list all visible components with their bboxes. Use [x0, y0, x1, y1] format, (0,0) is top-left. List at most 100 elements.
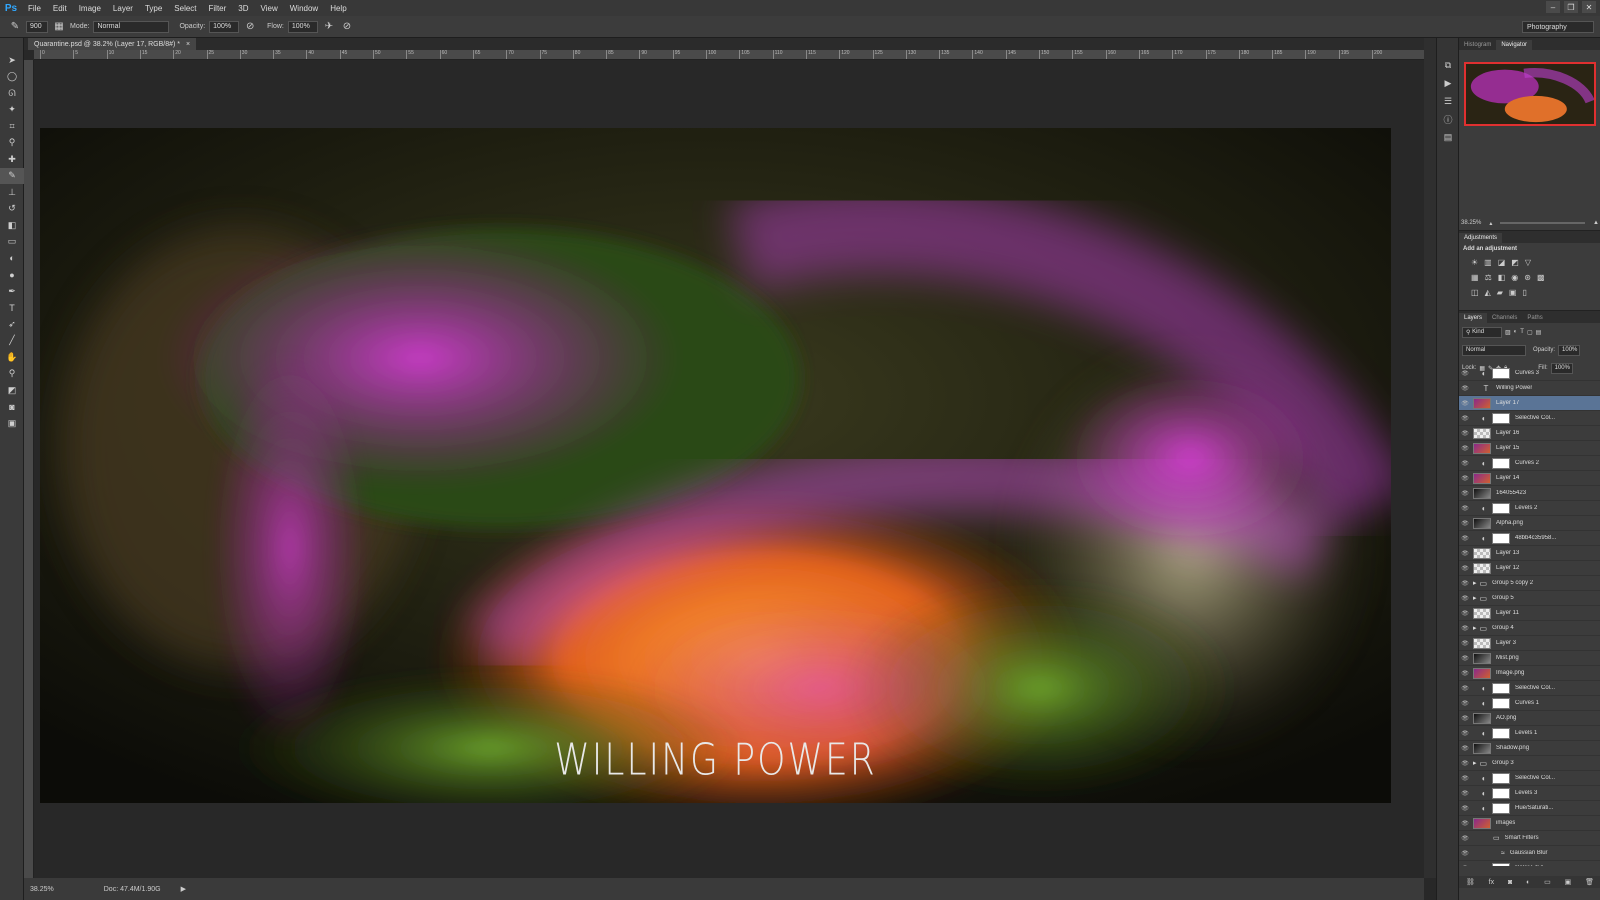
- visibility-eye-icon[interactable]: 👁︎: [1459, 775, 1471, 782]
- layer-mask-thumbnail[interactable]: [1492, 502, 1510, 514]
- layer-row[interactable]: 👁︎ Image.png: [1459, 666, 1600, 681]
- visibility-eye-icon[interactable]: 👁︎: [1459, 505, 1471, 512]
- visibility-eye-icon[interactable]: 👁︎: [1459, 520, 1471, 527]
- menu-help[interactable]: Help: [324, 4, 352, 13]
- layer-row[interactable]: 👁︎ Layer 17: [1459, 396, 1600, 411]
- layer-row[interactable]: 👁︎ AO.png: [1459, 711, 1600, 726]
- visibility-eye-icon[interactable]: 👁︎: [1459, 565, 1471, 572]
- menu-select[interactable]: Select: [168, 4, 202, 13]
- eyedropper-tool-icon[interactable]: ⚲: [0, 135, 24, 152]
- visibility-eye-icon[interactable]: 👁︎: [1459, 730, 1471, 737]
- info-icon[interactable]: ⓘ: [1437, 110, 1459, 128]
- visibility-eye-icon[interactable]: 👁︎: [1459, 475, 1471, 482]
- layer-row[interactable]: 👁︎ ≈ Gaussian Blur: [1459, 846, 1600, 861]
- navigator-zoom-slider[interactable]: [1500, 222, 1586, 224]
- tab-histogram[interactable]: Histogram: [1459, 40, 1496, 50]
- quick-mask-icon[interactable]: ◙: [0, 399, 24, 416]
- layer-mask-thumbnail[interactable]: [1492, 697, 1510, 709]
- marquee-tool-icon[interactable]: ◯: [0, 69, 24, 86]
- layer-row[interactable]: 👁︎ ◐ Hue/Saturati...: [1459, 801, 1600, 816]
- layer-style-icon[interactable]: fx: [1489, 879, 1494, 886]
- move-tool-icon[interactable]: ➤: [0, 52, 24, 69]
- layer-thumbnail[interactable]: [1473, 712, 1491, 724]
- visibility-eye-icon[interactable]: 👁︎: [1459, 550, 1471, 557]
- layer-row[interactable]: 👁︎ ◐ Curves 2: [1459, 456, 1600, 471]
- layer-mask-thumbnail[interactable]: [1492, 457, 1510, 469]
- layer-row[interactable]: 👁︎ ▸ ▭ Group 5 copy 2: [1459, 576, 1600, 591]
- menu-3d[interactable]: 3D: [232, 4, 254, 13]
- pen-tool-icon[interactable]: ✒: [0, 283, 24, 300]
- curves-icon[interactable]: ◪: [1498, 258, 1506, 267]
- type-tool-icon[interactable]: T: [0, 300, 24, 317]
- gradient-tool-icon[interactable]: ▭: [0, 234, 24, 251]
- menu-window[interactable]: Window: [284, 4, 324, 13]
- layer-thumbnail[interactable]: [1473, 397, 1491, 409]
- layer-row[interactable]: 👁︎ Layer 14: [1459, 471, 1600, 486]
- new-layer-icon[interactable]: ▣: [1565, 878, 1572, 886]
- visibility-eye-icon[interactable]: 👁︎: [1459, 760, 1471, 767]
- filter-adjust-icon[interactable]: ◐: [1514, 329, 1518, 335]
- layer-mask-thumbnail[interactable]: [1492, 367, 1510, 379]
- zoom-in-icon[interactable]: ▲: [1593, 220, 1599, 226]
- layer-row[interactable]: 👁︎ ◐ Curves 3: [1459, 366, 1600, 381]
- visibility-eye-icon[interactable]: 👁︎: [1459, 445, 1471, 452]
- menu-layer[interactable]: Layer: [107, 4, 139, 13]
- brightness-icon[interactable]: ☀: [1471, 258, 1478, 267]
- expand-group-icon[interactable]: ▸: [1473, 759, 1477, 767]
- canvas-area[interactable]: WILLING POWER: [34, 60, 1424, 878]
- visibility-eye-icon[interactable]: 👁︎: [1459, 610, 1471, 617]
- brush-tool-icon[interactable]: ✎: [8, 20, 22, 34]
- layer-thumbnail[interactable]: [1473, 472, 1491, 484]
- brush-panel-icon[interactable]: ▦: [52, 20, 66, 34]
- layer-mask-thumbnail[interactable]: [1492, 727, 1510, 739]
- layer-row[interactable]: 👁︎ Shadow.png: [1459, 741, 1600, 756]
- menu-image[interactable]: Image: [73, 4, 107, 13]
- visibility-eye-icon[interactable]: 👁︎: [1459, 850, 1471, 857]
- visibility-eye-icon[interactable]: 👁︎: [1459, 790, 1471, 797]
- visibility-eye-icon[interactable]: 👁︎: [1459, 400, 1471, 407]
- zoom-out-icon[interactable]: ▴: [1489, 220, 1492, 227]
- dodge-tool-icon[interactable]: ●: [0, 267, 24, 284]
- mode-select[interactable]: Normal: [93, 20, 170, 33]
- artwork-image[interactable]: WILLING POWER: [40, 128, 1391, 803]
- layer-thumbnail[interactable]: [1473, 817, 1491, 829]
- visibility-eye-icon[interactable]: 👁︎: [1459, 490, 1471, 497]
- layer-mask-thumbnail[interactable]: [1492, 802, 1510, 814]
- link-layers-icon[interactable]: ⛓: [1466, 878, 1475, 886]
- layer-mask-thumbnail[interactable]: [1492, 772, 1510, 784]
- minimize-icon[interactable]: –: [1546, 1, 1560, 13]
- visibility-eye-icon[interactable]: 👁︎: [1459, 820, 1471, 827]
- layer-thumbnail[interactable]: [1473, 742, 1491, 754]
- threshold-icon[interactable]: ▰: [1497, 288, 1503, 297]
- healing-tool-icon[interactable]: ✚: [0, 151, 24, 168]
- zoom-tool-icon[interactable]: ⚲: [0, 366, 24, 383]
- layer-row[interactable]: 👁︎ ◐ 48bb4c35958...: [1459, 531, 1600, 546]
- color-balance-icon[interactable]: ⚖: [1485, 273, 1492, 282]
- screen-mode-icon[interactable]: ▣: [0, 415, 24, 432]
- layer-row[interactable]: 👁︎ Alpha.png: [1459, 516, 1600, 531]
- visibility-eye-icon[interactable]: 👁︎: [1459, 715, 1471, 722]
- quick-select-tool-icon[interactable]: ✦: [0, 102, 24, 119]
- layer-thumbnail[interactable]: [1473, 637, 1491, 649]
- eraser-tool-icon[interactable]: ◧: [0, 217, 24, 234]
- menu-view[interactable]: View: [255, 4, 284, 13]
- posterize-icon[interactable]: ◭: [1485, 288, 1491, 297]
- actions-play-icon[interactable]: ▶: [1437, 74, 1459, 92]
- vibrance-icon[interactable]: ▽: [1525, 258, 1531, 267]
- flow-field[interactable]: 100%: [287, 20, 318, 33]
- layer-filter-kind[interactable]: ⚲ Kind: [1462, 326, 1502, 338]
- layer-row[interactable]: 👁︎ ◐ Levels 2: [1459, 501, 1600, 516]
- visibility-eye-icon[interactable]: 👁︎: [1459, 835, 1471, 842]
- history-brush-tool-icon[interactable]: ↺: [0, 201, 24, 218]
- visibility-eye-icon[interactable]: 👁︎: [1459, 625, 1471, 632]
- layer-row[interactable]: 👁︎ Layer 13: [1459, 546, 1600, 561]
- photo-filter-icon[interactable]: ◉: [1511, 273, 1518, 282]
- gradient-map-icon[interactable]: ▯: [1522, 288, 1526, 297]
- expand-group-icon[interactable]: ▸: [1473, 624, 1477, 632]
- properties-icon[interactable]: ☰: [1437, 92, 1459, 110]
- color-swatches-icon[interactable]: ◩: [0, 382, 24, 399]
- layer-thumbnail[interactable]: [1473, 667, 1491, 679]
- visibility-eye-icon[interactable]: 👁︎: [1459, 670, 1471, 677]
- levels-icon[interactable]: ▥: [1484, 258, 1492, 267]
- layer-row[interactable]: 👁︎ ▸ ▭ Group 3: [1459, 756, 1600, 771]
